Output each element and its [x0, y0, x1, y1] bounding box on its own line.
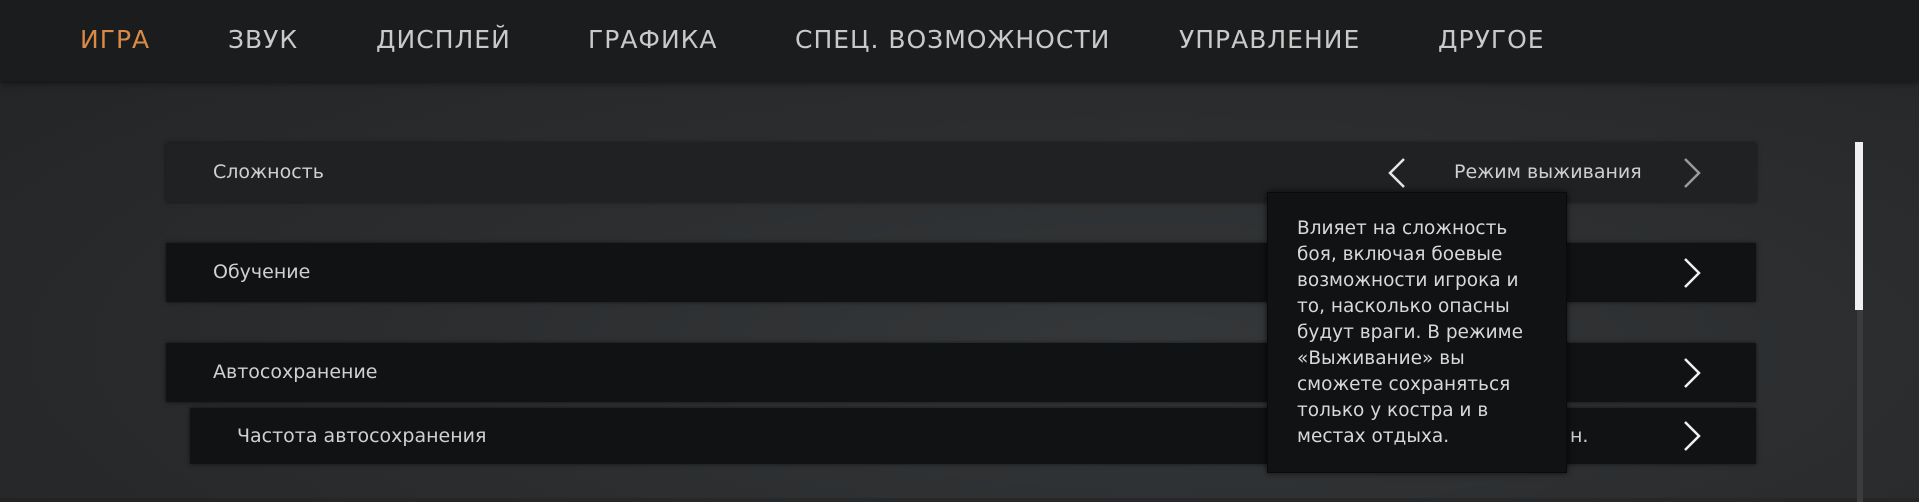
tab-other[interactable]: ДРУГОЕ [1438, 25, 1545, 54]
chevron-right-icon[interactable] [1677, 353, 1707, 393]
difficulty-tooltip: Влияет на сложность боя, включая боевые … [1267, 192, 1567, 473]
chevron-left-icon[interactable] [1382, 153, 1412, 193]
tooltip-text: Влияет на сложность боя, включая боевые … [1297, 218, 1523, 447]
scrollbar-thumb[interactable] [1855, 142, 1863, 310]
settings-tab-bar: ИГРА ЗВУК ДИСПЛЕЙ ГРАФИКА СПЕЦ. ВОЗМОЖНО… [0, 0, 1919, 81]
setting-label-autosave-frequency: Частота автосохранения [237, 425, 487, 447]
setting-label-tutorial: Обучение [213, 261, 311, 283]
tab-game[interactable]: ИГРА [80, 25, 150, 54]
tab-display[interactable]: ДИСПЛЕЙ [376, 25, 511, 54]
tab-accessibility[interactable]: СПЕЦ. ВОЗМОЖНОСТИ [795, 25, 1110, 54]
setting-label-autosave: Автосохранение [213, 361, 378, 383]
chevron-right-icon[interactable] [1677, 253, 1707, 293]
setting-label-difficulty: Сложность [213, 161, 324, 183]
tab-graphics[interactable]: ГРАФИКА [588, 25, 718, 54]
tab-controls[interactable]: УПРАВЛЕНИЕ [1179, 25, 1360, 54]
chevron-right-icon[interactable] [1677, 153, 1707, 193]
tab-sound[interactable]: ЗВУК [228, 25, 298, 54]
autosave-frequency-value: н. [1570, 425, 1589, 447]
chevron-right-icon[interactable] [1677, 416, 1707, 456]
